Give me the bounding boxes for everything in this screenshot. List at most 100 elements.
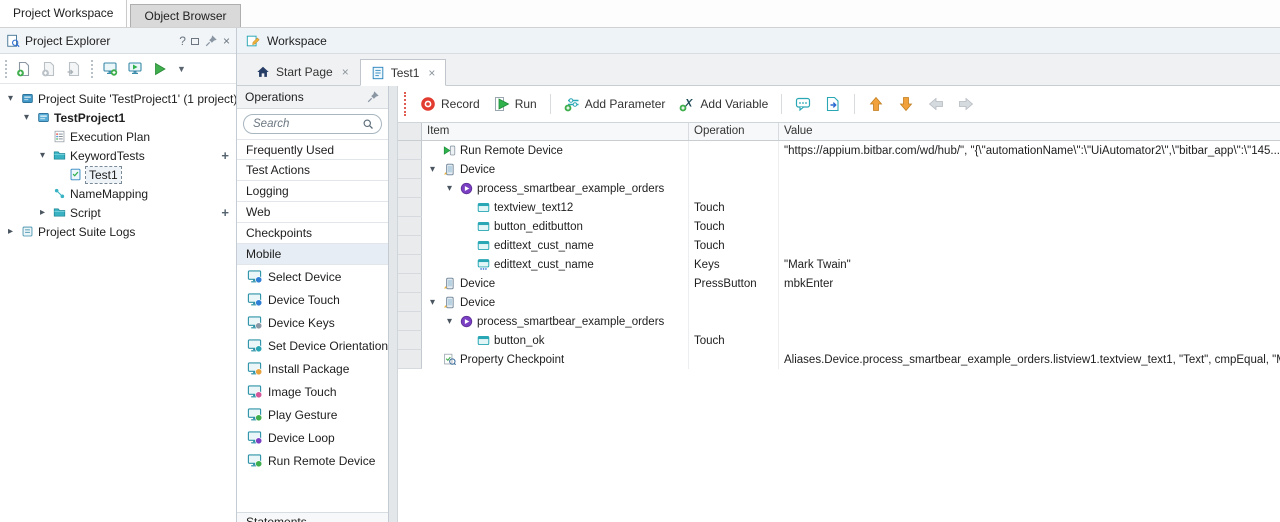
row-selector-gutter[interactable]: [398, 236, 422, 255]
step-value-cell: [779, 198, 1280, 217]
move-down-button[interactable]: [893, 93, 919, 115]
test-step-row[interactable]: edittext_cust_nameKeys"Mark Twain": [398, 255, 1280, 274]
add-new-project-icon[interactable]: [102, 61, 118, 77]
test-step-row[interactable]: ▾process_smartbear_example_orders: [398, 312, 1280, 331]
chevron-down-icon[interactable]: ▾: [443, 316, 456, 327]
tree-item-test1[interactable]: Test1: [0, 165, 236, 184]
tree-item-keywordtests[interactable]: ▾KeywordTests+: [0, 146, 236, 165]
step-operation-cell: Touch: [689, 198, 779, 217]
test-step-row[interactable]: Run Remote Device"https://appium.bitbar.…: [398, 141, 1280, 160]
operation-set-device-orientation[interactable]: Set Device Orientation: [237, 334, 388, 357]
operation-install-package[interactable]: Install Package: [237, 357, 388, 380]
row-selector-gutter[interactable]: [398, 179, 422, 198]
add-item-button[interactable]: +: [221, 148, 229, 163]
operations-category-checkpoints[interactable]: Checkpoints: [237, 223, 388, 244]
chevron-right-icon[interactable]: ▸: [36, 207, 49, 218]
indent-left-button[interactable]: [923, 93, 949, 115]
test-step-row[interactable]: Property CheckpointAliases.Device.proces…: [398, 350, 1280, 369]
run-project-icon[interactable]: [127, 61, 143, 77]
import-item-icon[interactable]: [66, 61, 82, 77]
operations-category-web[interactable]: Web: [237, 202, 388, 223]
operation-image-touch[interactable]: Image Touch: [237, 380, 388, 403]
tree-item-testproject1[interactable]: ▾TestProject1: [0, 108, 236, 127]
column-header-item[interactable]: Item: [422, 123, 689, 140]
row-selector-gutter[interactable]: [398, 160, 422, 179]
row-selector-gutter[interactable]: [398, 217, 422, 236]
help-icon[interactable]: ?: [179, 35, 186, 47]
row-selector-gutter[interactable]: [398, 331, 422, 350]
row-selector-gutter[interactable]: [398, 350, 422, 369]
tree-item-project-suite-testproject1-1-project[interactable]: ▾Project Suite 'TestProject1' (1 project…: [0, 89, 236, 108]
keyword-test-editor: Record Run Add Parameter X: [397, 86, 1280, 522]
toolbar-grip[interactable]: [91, 60, 93, 78]
record-button[interactable]: Record: [415, 93, 485, 115]
pin-icon[interactable]: [366, 90, 380, 104]
operation-device-keys[interactable]: Device Keys: [237, 311, 388, 334]
pin-icon[interactable]: [204, 34, 218, 48]
column-header-operation[interactable]: Operation: [689, 123, 779, 140]
run-button[interactable]: Run: [489, 93, 542, 115]
operation-play-gesture[interactable]: Play Gesture: [237, 403, 388, 426]
operations-category-mobile[interactable]: Mobile: [237, 244, 388, 265]
tree-item-script[interactable]: ▸Script+: [0, 203, 236, 222]
operations-category-statements[interactable]: Statements: [237, 512, 388, 522]
add-variable-button[interactable]: X Add Variable: [674, 93, 773, 115]
tab-test1[interactable]: Test1 ×: [360, 59, 447, 86]
operation-select-device[interactable]: Select Device: [237, 265, 388, 288]
test-step-row[interactable]: edittext_cust_nameTouch: [398, 236, 1280, 255]
move-up-button[interactable]: [863, 93, 889, 115]
operations-panel: Operations Frequently UsedTest ActionsLo…: [237, 86, 389, 522]
row-selector-gutter[interactable]: [398, 293, 422, 312]
test-step-row[interactable]: ▾Device: [398, 160, 1280, 179]
operation-run-remote-device[interactable]: Run Remote Device: [237, 449, 388, 472]
chevron-down-icon[interactable]: ▾: [36, 150, 49, 161]
test-step-row[interactable]: textview_text12Touch: [398, 198, 1280, 217]
toolbar-grip[interactable]: [5, 60, 7, 78]
test-step-row[interactable]: DevicePressButtonmbkEnter: [398, 274, 1280, 293]
test-step-row[interactable]: button_editbuttonTouch: [398, 217, 1280, 236]
tree-item-project-suite-logs[interactable]: ▸Project Suite Logs: [0, 222, 236, 241]
test-step-row[interactable]: button_okTouch: [398, 331, 1280, 350]
run-test-icon[interactable]: [152, 61, 168, 77]
chevron-down-icon[interactable]: ▾: [426, 164, 439, 175]
float-window-icon[interactable]: [191, 38, 199, 45]
add-item-button[interactable]: +: [221, 205, 229, 220]
close-icon[interactable]: ×: [223, 35, 230, 47]
run-icon: [494, 96, 510, 112]
tab-object-browser[interactable]: Object Browser: [130, 4, 240, 27]
chevron-down-icon[interactable]: ▼: [177, 64, 186, 74]
add-existing-item-icon[interactable]: [41, 61, 57, 77]
toolbar-grip[interactable]: [404, 92, 406, 116]
column-header-value[interactable]: Value: [779, 123, 1280, 140]
tree-item-execution-plan[interactable]: Execution Plan: [0, 127, 236, 146]
add-test-step-button[interactable]: [820, 93, 846, 115]
row-selector-gutter[interactable]: [398, 255, 422, 274]
chevron-down-icon[interactable]: ▾: [4, 93, 17, 104]
chevron-down-icon[interactable]: ▾: [20, 112, 33, 123]
chevron-down-icon[interactable]: ▾: [426, 297, 439, 308]
operations-category-logging[interactable]: Logging: [237, 181, 388, 202]
chevron-down-icon[interactable]: ▾: [443, 183, 456, 194]
chevron-right-icon[interactable]: ▸: [4, 226, 17, 237]
row-selector-gutter[interactable]: [398, 141, 422, 160]
close-icon[interactable]: ×: [342, 65, 349, 79]
search-input[interactable]: [251, 117, 362, 131]
test-step-row[interactable]: ▾Device: [398, 293, 1280, 312]
close-icon[interactable]: ×: [428, 66, 435, 80]
row-selector-gutter[interactable]: [398, 312, 422, 331]
add-parameter-button[interactable]: Add Parameter: [559, 93, 671, 115]
operations-category-test-actions[interactable]: Test Actions: [237, 160, 388, 181]
search-icon[interactable]: [362, 118, 374, 130]
add-comment-button[interactable]: [790, 93, 816, 115]
row-selector-gutter[interactable]: [398, 198, 422, 217]
add-new-item-icon[interactable]: [16, 61, 32, 77]
row-selector-gutter[interactable]: [398, 274, 422, 293]
operation-device-touch[interactable]: Device Touch: [237, 288, 388, 311]
tab-project-workspace[interactable]: Project Workspace: [0, 0, 127, 27]
operations-category-frequently-used[interactable]: Frequently Used: [237, 139, 388, 160]
tab-start-page[interactable]: Start Page ×: [245, 58, 360, 85]
operation-device-loop[interactable]: Device Loop: [237, 426, 388, 449]
indent-right-button[interactable]: [953, 93, 979, 115]
test-step-row[interactable]: ▾process_smartbear_example_orders: [398, 179, 1280, 198]
tree-item-namemapping[interactable]: NameMapping: [0, 184, 236, 203]
